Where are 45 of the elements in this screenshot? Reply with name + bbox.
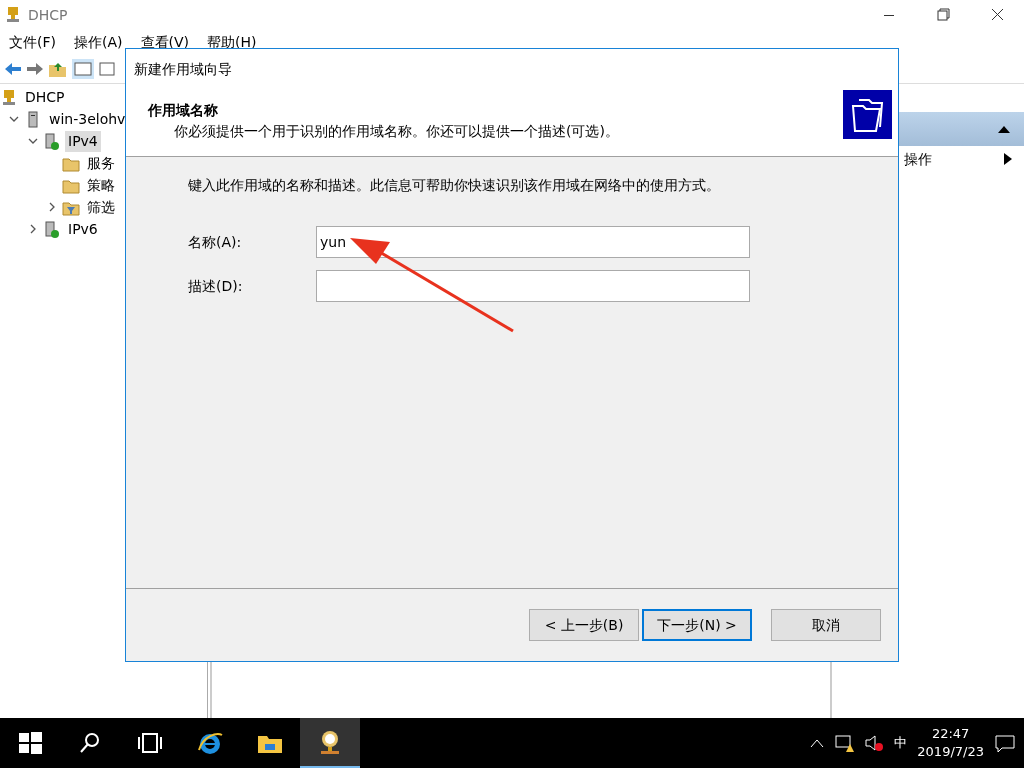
input-field[interactable]: yun [316, 226, 750, 258]
tree-item[interactable]: 策略 [84, 174, 118, 196]
field-label: 描述(D): [188, 276, 244, 296]
action-item[interactable]: 操作 [904, 148, 932, 170]
tree-item[interactable]: 筛选 [84, 196, 118, 218]
chevron-down-icon[interactable] [9, 114, 19, 124]
dialog-title: 新建作用域向导 [134, 60, 233, 79]
chevron-up-icon[interactable] [810, 738, 825, 748]
tree-item[interactable]: 服务 [84, 152, 118, 174]
clock-date[interactable]: 2019/7/23 [917, 743, 984, 761]
server-check-icon [43, 220, 61, 238]
tree-item[interactable]: DHCP [22, 86, 68, 108]
collapse-icon[interactable] [998, 125, 1010, 133]
instruction-text: 键入此作用域的名称和描述。此信息可帮助你快速识别该作用域在网络中的使用方式。 [188, 176, 721, 195]
tree-item[interactable]: IPv4 [65, 130, 101, 152]
input-field[interactable] [316, 270, 750, 302]
field-label: 名称(A): [188, 232, 243, 252]
ime-indicator[interactable]: 中 [894, 733, 908, 753]
page-subheading: 你必须提供一个用于识别的作用域名称。你还可以提供一个描述(可选)。 [174, 122, 620, 141]
tree-item[interactable]: win-3elohv [46, 108, 129, 130]
wizard-button[interactable]: 取消 [771, 609, 881, 641]
window-title: DHCP [28, 5, 68, 25]
tree-item[interactable]: IPv6 [65, 218, 101, 240]
speaker-muted-icon[interactable] [864, 733, 885, 753]
trophy-icon [4, 6, 22, 24]
server-check-icon [43, 132, 61, 150]
chevron-right-icon[interactable] [47, 202, 57, 212]
wizard-button[interactable]: < 上一步(B) [529, 609, 639, 641]
trophy-icon [0, 88, 18, 106]
submenu-arrow-icon[interactable] [1004, 153, 1012, 165]
menu-item[interactable]: 操作(A) [65, 31, 132, 53]
forward-arrow-icon[interactable] [26, 60, 44, 77]
clock-time[interactable]: 22:47 [917, 725, 984, 743]
pane-icon[interactable] [72, 58, 94, 79]
notification-icon[interactable] [994, 733, 1016, 753]
chevron-down-icon[interactable] [28, 136, 38, 146]
browser-e-icon[interactable] [197, 730, 223, 756]
back-arrow-icon[interactable] [4, 60, 22, 77]
task-view-icon[interactable] [137, 730, 163, 756]
windows-start-icon[interactable] [17, 730, 43, 756]
chevron-right-icon[interactable] [28, 224, 38, 234]
menu-item[interactable]: 文件(F) [0, 31, 65, 53]
network-warning-icon[interactable] [834, 733, 855, 753]
wizard-button[interactable]: 下一步(N) > [642, 609, 752, 641]
page-heading: 作用域名称 [148, 101, 219, 120]
